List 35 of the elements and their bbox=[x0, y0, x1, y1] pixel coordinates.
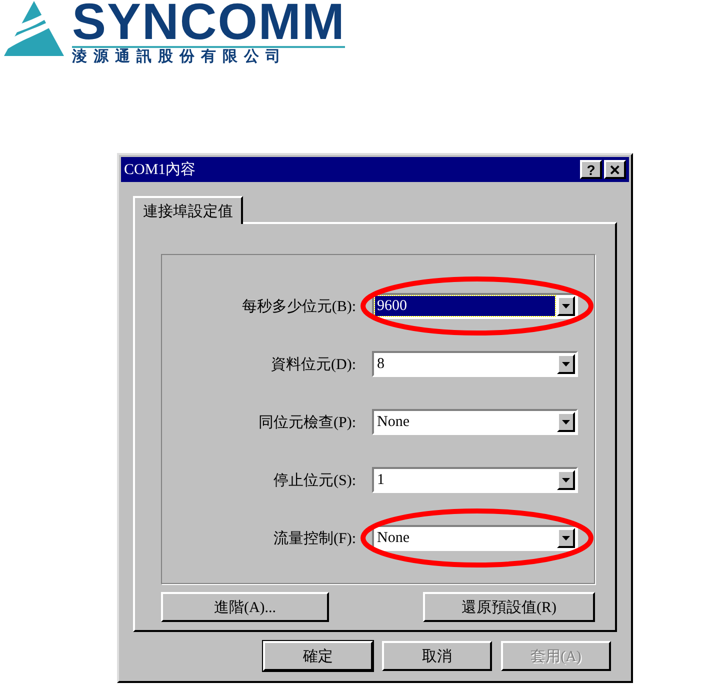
cancel-button[interactable]: 取消 bbox=[382, 641, 492, 671]
field-label: 每秒多少位元(B): bbox=[242, 298, 356, 316]
dropdown-value: 8 bbox=[376, 354, 386, 374]
help-button[interactable]: ? bbox=[580, 160, 602, 179]
dropdown-arrow-button[interactable] bbox=[557, 296, 575, 316]
close-button[interactable]: ✕ bbox=[604, 160, 626, 179]
dropdown-field[interactable]: 8 bbox=[372, 351, 578, 377]
dropdown-value: 9600 bbox=[375, 296, 555, 316]
dropdown-arrow-button[interactable] bbox=[557, 470, 575, 490]
caret-icon bbox=[562, 420, 570, 424]
caret-icon bbox=[562, 478, 570, 482]
dropdown-value: None bbox=[376, 412, 410, 432]
tab[interactable]: 連接埠設定值 bbox=[133, 196, 243, 224]
caret-icon bbox=[562, 362, 570, 366]
caret-icon bbox=[562, 536, 570, 540]
logo-wordmark: SYNCOMM bbox=[72, 0, 346, 48]
dropdown-arrow-button[interactable] bbox=[557, 354, 575, 374]
advanced-button[interactable]: 進階(A)... bbox=[161, 592, 329, 622]
company-name: 淩源通訊股份有限公司 bbox=[72, 48, 288, 66]
dropdown-value: None bbox=[376, 528, 410, 548]
restore-defaults-button[interactable]: 還原預設值(R) bbox=[423, 592, 595, 622]
dropdown-value: 1 bbox=[376, 470, 386, 490]
window-title: COM1內容 bbox=[124, 160, 196, 179]
ok-button[interactable]: 確定 bbox=[263, 641, 373, 671]
field-label: 流量控制(F): bbox=[274, 529, 356, 548]
field-label: 停止位元(S): bbox=[274, 472, 356, 490]
dropdown-field[interactable]: None bbox=[372, 409, 578, 435]
dropdown-field[interactable]: None bbox=[372, 525, 578, 551]
caret-icon bbox=[562, 304, 570, 308]
dropdown-field[interactable]: 9600 bbox=[372, 293, 578, 319]
dropdown-arrow-button[interactable] bbox=[557, 412, 575, 432]
field-label: 同位元檢查(P): bbox=[258, 414, 356, 432]
field-label: 資料位元(D): bbox=[271, 356, 356, 374]
dropdown-arrow-button[interactable] bbox=[557, 528, 575, 548]
dropdown-field[interactable]: 1 bbox=[372, 467, 578, 493]
